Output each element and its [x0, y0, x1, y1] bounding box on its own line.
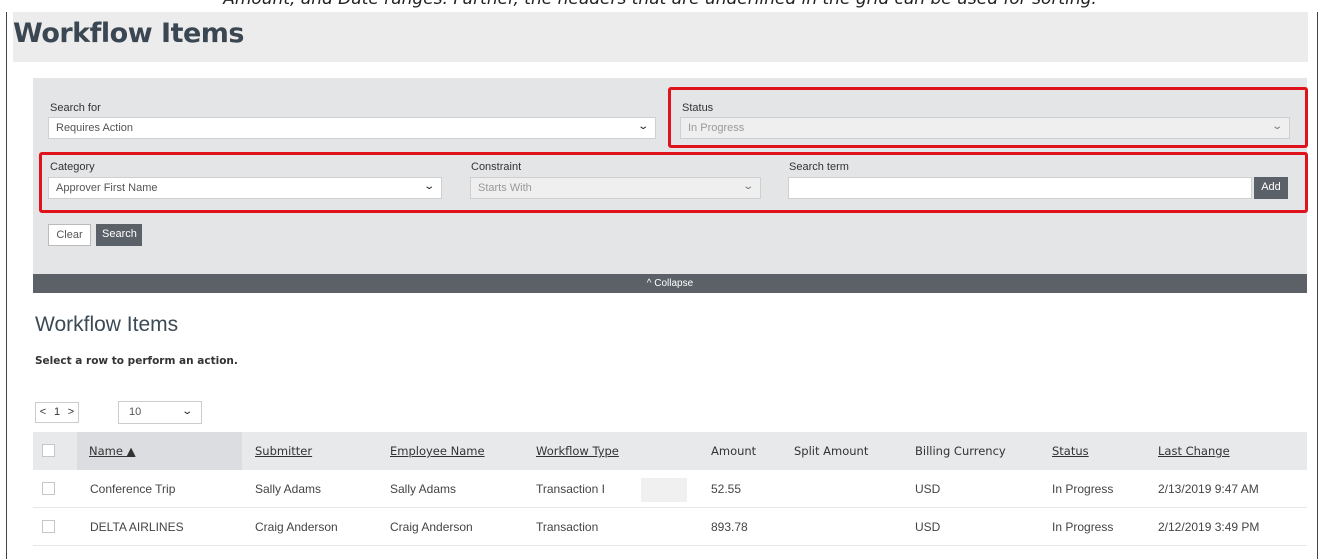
- results-title: Workflow Items: [35, 313, 179, 336]
- filter-highlight-box: [39, 152, 1308, 213]
- column-submitter[interactable]: Submitter: [255, 432, 312, 470]
- row-employee-name: Sally Adams: [390, 482, 457, 496]
- current-page[interactable]: 1: [50, 403, 64, 422]
- search-for-value: Requires Action: [56, 122, 134, 134]
- chevron-down-icon: ⌄: [636, 121, 649, 132]
- status-highlight-box: [668, 87, 1308, 148]
- column-split-amount: Split Amount: [794, 444, 869, 458]
- search-for-select[interactable]: Requires Action ⌄: [48, 117, 656, 139]
- search-button[interactable]: Search: [96, 224, 142, 246]
- pagination: < 1 >: [35, 402, 79, 423]
- table-row[interactable]: Conference Trip Sally Adams Sally Adams …: [33, 470, 1307, 508]
- row-submitter: Craig Anderson: [255, 520, 338, 534]
- row-name: DELTA AIRLINES: [90, 520, 184, 534]
- column-employee-name[interactable]: Employee Name: [390, 432, 485, 470]
- table-row[interactable]: DELTA AIRLINES Craig Anderson Craig Ande…: [33, 508, 1307, 546]
- column-amount: Amount: [711, 444, 757, 458]
- column-last-change[interactable]: Last Change: [1158, 432, 1230, 470]
- row-name: Conference Trip: [90, 482, 176, 496]
- column-status[interactable]: Status: [1052, 432, 1089, 470]
- row-last-change: 2/13/2019 9:47 AM: [1158, 482, 1259, 496]
- row-status: In Progress: [1052, 482, 1114, 496]
- row-workflow-type: Transaction I: [536, 482, 605, 496]
- collapse-button[interactable]: ^ Collapse: [33, 274, 1307, 293]
- row-currency: USD: [915, 482, 941, 496]
- column-workflow-type[interactable]: Workflow Type: [536, 432, 619, 470]
- document-caption: Amount, and Date ranges. Further, the he…: [0, 0, 1320, 11]
- next-page-button[interactable]: >: [64, 403, 78, 422]
- row-checkbox[interactable]: [42, 482, 55, 495]
- column-billing-currency: Billing Currency: [915, 444, 1006, 458]
- row-currency: USD: [915, 520, 941, 534]
- row-last-change: 2/12/2019 3:49 PM: [1158, 520, 1260, 534]
- row-submitter: Sally Adams: [255, 482, 322, 496]
- row-employee-name: Craig Anderson: [390, 520, 473, 534]
- row-workflow-type: Transaction: [536, 520, 599, 534]
- row-status: In Progress: [1052, 520, 1114, 534]
- page-size-value: 10: [129, 406, 142, 418]
- row-checkbox[interactable]: [42, 520, 55, 533]
- search-for-label: Search for: [50, 102, 101, 114]
- prev-page-button[interactable]: <: [36, 403, 50, 422]
- page-title: Workflow Items: [13, 18, 245, 49]
- row-amount: 893.78: [711, 520, 748, 534]
- redacted-area: [641, 478, 687, 502]
- clear-button[interactable]: Clear: [48, 224, 91, 246]
- column-name[interactable]: Name ▲: [89, 432, 135, 470]
- select-all-checkbox[interactable]: [42, 444, 55, 457]
- page-size-select[interactable]: 10 ⌄: [118, 401, 202, 424]
- results-hint: Select a row to perform an action.: [35, 355, 238, 367]
- row-amount: 52.55: [711, 482, 742, 496]
- chevron-down-icon: ⌄: [180, 406, 193, 417]
- workflow-grid: Name ▲ Submitter Employee Name Workflow …: [33, 432, 1307, 546]
- grid-header: Name ▲ Submitter Employee Name Workflow …: [33, 432, 1307, 470]
- page-header: Workflow Items: [13, 12, 1308, 62]
